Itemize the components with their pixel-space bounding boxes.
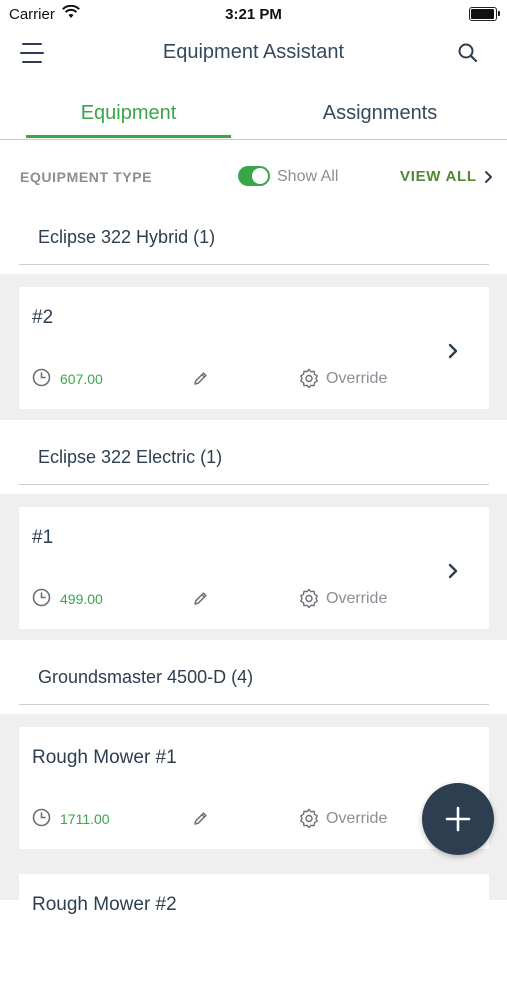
divider [19, 704, 489, 705]
pencil-icon[interactable] [192, 590, 209, 607]
equipment-card[interactable]: #1 499.00 Override [19, 507, 489, 629]
equipment-card[interactable]: Rough Mower #2 [19, 874, 489, 996]
list-section: #2 607.00 Override [0, 274, 507, 420]
tab-equipment[interactable]: Equipment [26, 102, 231, 125]
plus-icon [445, 806, 471, 832]
group-header: Eclipse 322 Hybrid (1) [0, 214, 507, 274]
equipment-name: Rough Mower #1 [32, 747, 177, 768]
equipment-name: #2 [32, 307, 54, 328]
pencil-icon[interactable] [192, 370, 209, 387]
hours-value: 1711.00 [60, 811, 110, 827]
group-title: Eclipse 322 Electric (1) [38, 447, 223, 467]
divider [19, 484, 489, 485]
equipment-type-label: EQUIPMENT TYPE [20, 169, 153, 185]
gear-icon[interactable] [299, 808, 319, 828]
battery-icon [469, 7, 500, 21]
chevron-right-icon[interactable] [484, 170, 493, 184]
gear-icon[interactable] [299, 588, 319, 608]
tab-bar: Equipment Assignments [0, 92, 507, 140]
clock-time: 3:21 PM [225, 6, 282, 23]
search-icon[interactable] [457, 42, 479, 64]
view-all-link[interactable]: VIEW ALL [400, 168, 477, 185]
show-all-label: Show All [277, 168, 339, 185]
gear-icon[interactable] [299, 368, 319, 388]
hours-value: 607.00 [60, 371, 103, 387]
navigation-bar: Equipment Assistant [0, 28, 507, 78]
divider [19, 264, 489, 265]
chevron-right-icon[interactable] [447, 562, 459, 580]
equipment-name: #1 [32, 527, 54, 548]
override-button[interactable]: Override [326, 810, 387, 828]
pencil-icon[interactable] [192, 810, 209, 827]
active-tab-indicator [26, 135, 231, 138]
add-equipment-button[interactable] [422, 783, 494, 855]
show-all-toggle[interactable] [238, 166, 270, 186]
override-button[interactable]: Override [326, 370, 387, 388]
group-title: Eclipse 322 Hybrid (1) [38, 227, 216, 247]
hours-value: 499.00 [60, 591, 103, 607]
group-header: Groundsmaster 4500-D (4) [0, 640, 507, 714]
group-header: Eclipse 322 Electric (1) [0, 420, 507, 494]
equipment-name: Rough Mower #2 [32, 894, 177, 915]
clock-icon [32, 368, 51, 387]
page-title: Equipment Assistant [162, 41, 345, 63]
equipment-card[interactable]: Rough Mower #1 1711.00 Override [19, 727, 489, 849]
clock-icon [32, 808, 51, 827]
equipment-card[interactable]: #2 607.00 Override [19, 287, 489, 409]
list-section: #1 499.00 Override [0, 494, 507, 640]
status-bar: Carrier 3:21 PM [0, 0, 507, 28]
chevron-right-icon[interactable] [447, 342, 459, 360]
group-title: Groundsmaster 4500-D (4) [38, 667, 254, 687]
clock-icon [32, 588, 51, 607]
override-button[interactable]: Override [326, 590, 387, 608]
tab-assignments[interactable]: Assignments [276, 102, 484, 125]
filter-row: EQUIPMENT TYPE Show All VIEW ALL [0, 160, 507, 194]
